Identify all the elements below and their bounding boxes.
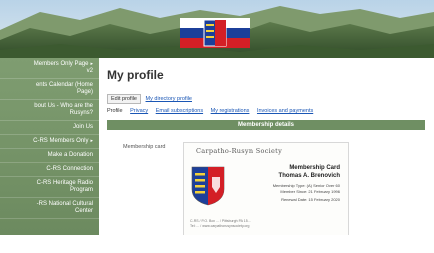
card-member-name: Thomas A. Brenovich: [278, 173, 340, 179]
main-content: My profile Edit profile My directory pro…: [99, 58, 434, 235]
flag-icon: [180, 18, 250, 48]
card-footer-address: C-RS / P.O. Box ... / Pittsburgh PA 15..…: [190, 219, 251, 223]
sidebar-item-about-us[interactable]: bout Us - Who are the Rusyns?: [0, 100, 99, 121]
sidebar-item-members-only-page[interactable]: Members Only Page ▸ v2: [0, 58, 99, 79]
card-footer-contact: Tel: ... / www.carpathorusynsociety.org: [190, 224, 250, 228]
page-frame: Members Only Page ▸ v2 ents Calendar (Hom…: [0, 0, 434, 235]
tab-profile[interactable]: Profile: [107, 108, 123, 114]
chevron-right-icon: ▸: [90, 61, 93, 67]
sidebar-item-heritage-radio[interactable]: C-RS Heritage Radio Program: [0, 177, 99, 198]
sidebar-item-events-calendar[interactable]: ents Calendar (Home Page): [0, 79, 99, 100]
sidebar-item-join-us[interactable]: Join Us: [0, 121, 99, 135]
crest-icon: [191, 166, 225, 206]
edit-profile-button[interactable]: Edit profile: [107, 94, 141, 104]
card-heading: Membership Card: [289, 165, 340, 171]
tab-invoices-payments[interactable]: Invoices and payments: [257, 108, 313, 114]
page-title: My profile: [107, 68, 164, 82]
sidebar-nav: Members Only Page ▸ v2 ents Calendar (Hom…: [0, 58, 99, 235]
membership-details-header: Membership details: [107, 120, 425, 130]
membership-card-label: Membership card: [123, 144, 166, 150]
page-bottom-margin: [0, 235, 434, 253]
sidebar-item-members-only[interactable]: C-RS Members Only ▸: [0, 135, 99, 149]
directory-profile-link[interactable]: My directory profile: [146, 96, 192, 102]
profile-actions: Edit profile My directory profile: [107, 94, 197, 104]
membership-card: Carpatho-Rusyn Society Membership Card T…: [183, 142, 349, 235]
tab-my-registrations[interactable]: My registrations: [211, 108, 250, 114]
sidebar-item-connection[interactable]: C-RS Connection: [0, 163, 99, 177]
card-org-name: Carpatho-Rusyn Society: [196, 147, 283, 155]
chevron-right-icon: ▸: [90, 138, 93, 144]
card-membership-type: Membership Type: (A) Senior Over 60: [272, 183, 340, 188]
tab-email-subscriptions[interactable]: Email subscriptions: [156, 108, 203, 114]
sidebar-item-cultural-center[interactable]: -RS National Cultural Center: [0, 198, 99, 219]
card-renewal-date: Renewal Date: 15 February 2020: [281, 197, 340, 202]
header-banner: [0, 0, 434, 58]
sidebar-item-donation[interactable]: Make a Donation: [0, 149, 99, 163]
card-member-since: Member Since: 21 February 1996: [280, 189, 340, 194]
profile-tabs: Profile Privacy Email subscriptions My r…: [107, 108, 319, 114]
tab-privacy[interactable]: Privacy: [130, 108, 148, 114]
mountain-landscape-image: [0, 0, 434, 58]
